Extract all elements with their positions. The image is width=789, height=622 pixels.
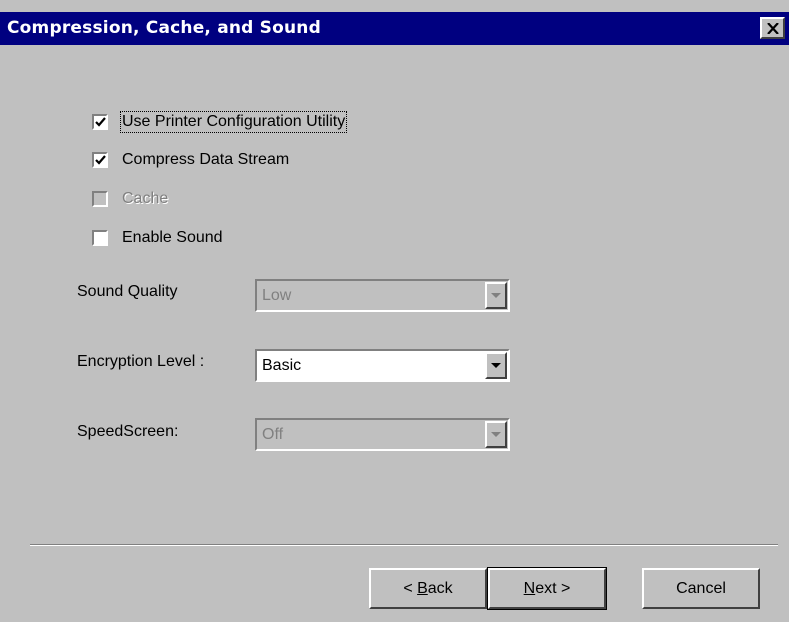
- encryption-level-dropdown-button[interactable]: [485, 352, 507, 379]
- chevron-down-icon: [491, 363, 501, 368]
- back-button[interactable]: < Back: [369, 568, 487, 609]
- sound-quality-dropdown-button: [485, 282, 507, 309]
- title-bar: Compression, Cache, and Sound: [0, 12, 789, 45]
- chevron-down-icon: [491, 432, 501, 437]
- encryption-level-value: Basic: [262, 357, 302, 374]
- use-printer-config-label: Use Printer Configuration Utility: [119, 111, 348, 133]
- close-button[interactable]: [760, 17, 785, 39]
- encryption-level-select[interactable]: Basic: [255, 349, 510, 382]
- window-title: Compression, Cache, and Sound: [7, 18, 321, 38]
- separator: [30, 544, 778, 546]
- speedscreen-select: Off: [255, 418, 510, 451]
- compress-data-stream-checkbox[interactable]: [92, 152, 108, 168]
- cache-checkbox-row: Cache: [92, 188, 168, 210]
- next-button-label: Next >: [523, 579, 571, 597]
- back-button-label: < Back: [403, 579, 453, 597]
- checkmark-icon: [94, 155, 106, 165]
- compress-data-stream-label: Compress Data Stream: [122, 151, 290, 168]
- sound-quality-value: Low: [262, 287, 292, 304]
- enable-sound-checkbox[interactable]: [92, 230, 108, 246]
- sound-quality-select: Low: [255, 279, 510, 312]
- encryption-level-label: Encryption Level :: [77, 353, 205, 370]
- checkmark-icon: [94, 117, 106, 127]
- sound-quality-label: Sound Quality: [77, 283, 178, 300]
- enable-sound-label: Enable Sound: [122, 229, 223, 246]
- cancel-button-label: Cancel: [676, 579, 726, 597]
- chevron-down-icon: [491, 293, 501, 298]
- cache-label: Cache: [122, 190, 169, 207]
- cache-checkbox: [92, 191, 108, 207]
- use-printer-config-checkbox[interactable]: [92, 114, 108, 130]
- speedscreen-dropdown-button: [485, 421, 507, 448]
- compress-data-stream-checkbox-row[interactable]: Compress Data Stream: [92, 149, 289, 171]
- close-icon: [766, 22, 779, 34]
- cancel-button[interactable]: Cancel: [642, 568, 760, 609]
- speedscreen-label: SpeedScreen:: [77, 423, 179, 440]
- enable-sound-checkbox-row[interactable]: Enable Sound: [92, 227, 223, 249]
- use-printer-config-checkbox-row[interactable]: Use Printer Configuration Utility: [92, 111, 348, 133]
- next-button[interactable]: Next >: [487, 567, 607, 610]
- speedscreen-value: Off: [262, 426, 284, 443]
